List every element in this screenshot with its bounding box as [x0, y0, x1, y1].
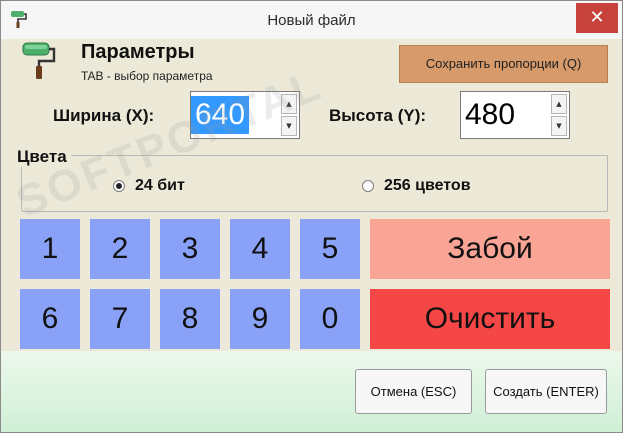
key-0[interactable]: 0 [300, 289, 360, 349]
key-4[interactable]: 4 [230, 219, 290, 279]
width-decrement-button[interactable]: ▼ [281, 116, 297, 136]
width-label: Ширина (X): [53, 106, 155, 125]
width-spinner[interactable]: 640 ▲ ▼ [190, 91, 300, 139]
backspace-button[interactable]: Забой [370, 219, 610, 279]
width-spin-buttons: ▲ ▼ [281, 94, 297, 136]
key-6[interactable]: 6 [20, 289, 80, 349]
dialog-footer: Отмена (ESC) Создать (ENTER) [1, 351, 622, 432]
key-5[interactable]: 5 [300, 219, 360, 279]
width-input[interactable]: 640 [191, 96, 250, 134]
key-9[interactable]: 9 [230, 289, 290, 349]
key-3[interactable]: 3 [160, 219, 220, 279]
paint-roller-icon [22, 42, 56, 79]
title-bar: Новый файл ✕ [1, 1, 622, 39]
section-title: Параметры [81, 41, 195, 63]
new-file-dialog: Новый файл ✕ Параметры TAB - выбор парам… [0, 0, 623, 433]
radio-256-colors-label: 256 цветов [384, 177, 471, 194]
colors-group-label: Цвета [17, 147, 71, 167]
radio-256-colors[interactable]: 256 цветов [362, 177, 512, 195]
key-8[interactable]: 8 [160, 289, 220, 349]
width-increment-button[interactable]: ▲ [281, 94, 297, 114]
radio-256-colors-indicator[interactable] [362, 180, 374, 192]
keep-proportions-button[interactable]: Сохранить пропорции (Q) [399, 45, 608, 83]
dialog-body: Параметры TAB - выбор параметра Сохранит… [1, 39, 622, 432]
colors-group [21, 155, 608, 212]
height-decrement-button[interactable]: ▼ [551, 116, 567, 136]
window-title: Новый файл [267, 12, 356, 29]
height-label: Высота (Y): [329, 106, 427, 125]
key-2[interactable]: 2 [90, 219, 150, 279]
close-button[interactable]: ✕ [576, 3, 618, 33]
key-1[interactable]: 1 [20, 219, 80, 279]
height-input[interactable]: 480 [461, 96, 519, 134]
cancel-button[interactable]: Отмена (ESC) [355, 369, 472, 414]
radio-24bit-indicator[interactable] [113, 180, 125, 192]
height-spin-buttons: ▲ ▼ [551, 94, 567, 136]
create-button[interactable]: Создать (ENTER) [485, 369, 607, 414]
key-7[interactable]: 7 [90, 289, 150, 349]
radio-24bit[interactable]: 24 бит [113, 177, 223, 195]
height-spinner[interactable]: 480 ▲ ▼ [460, 91, 570, 139]
section-hint: TAB - выбор параметра [81, 69, 213, 83]
height-increment-button[interactable]: ▲ [551, 94, 567, 114]
clear-button[interactable]: Очистить [370, 289, 610, 349]
radio-24bit-label: 24 бит [135, 177, 185, 194]
